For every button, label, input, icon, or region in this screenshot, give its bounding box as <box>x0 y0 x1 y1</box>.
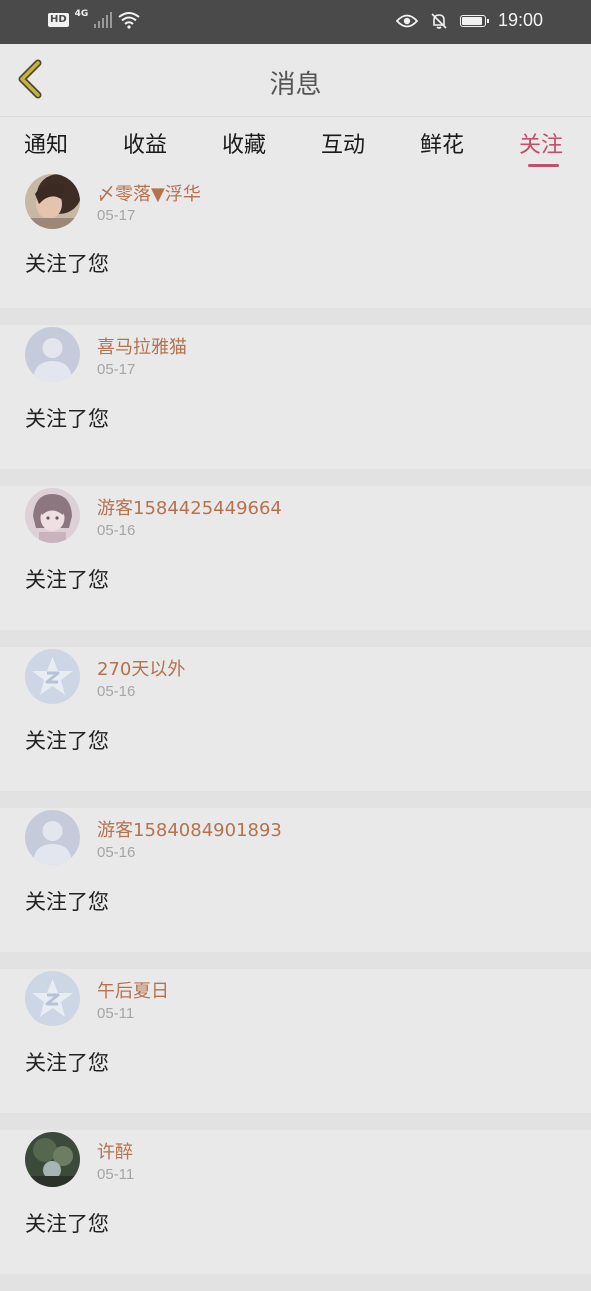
timestamp: 05-17 <box>97 361 136 378</box>
tab-bar: 通知 收益 收藏 互动 鲜花 关注 <box>0 116 591 173</box>
tab-interaction[interactable]: 互动 <box>321 127 365 159</box>
message-text: 关注了您 <box>25 407 109 431</box>
username[interactable]: 270天以外 <box>97 655 185 681</box>
username[interactable]: 午后夏日 <box>97 977 169 1003</box>
username[interactable]: 喜马拉雅猫 <box>97 333 187 359</box>
timestamp: 05-11 <box>97 1005 135 1022</box>
list-item[interactable]: 〆零落▼浮华 05-17 关注了您 <box>0 172 591 308</box>
battery-icon <box>459 14 489 27</box>
avatar[interactable] <box>25 1132 80 1187</box>
timestamp: 05-16 <box>97 844 136 861</box>
divider <box>0 630 591 647</box>
timestamp: 05-17 <box>97 207 136 224</box>
message-text: 关注了您 <box>25 890 109 914</box>
message-text: 关注了您 <box>25 1212 109 1236</box>
divider <box>0 1113 591 1130</box>
username[interactable]: 游客1584425449664 <box>97 494 282 520</box>
divider <box>0 1274 591 1291</box>
avatar[interactable] <box>25 649 80 704</box>
timestamp: 05-16 <box>97 522 136 539</box>
status-time: 19:00 <box>497 10 543 30</box>
header-bar: 消息 <box>0 44 591 116</box>
hd-badge: HD <box>48 13 69 27</box>
bell-off-icon <box>431 12 447 29</box>
username[interactable]: 〆零落▼浮华 <box>97 180 201 206</box>
avatar[interactable] <box>25 488 80 543</box>
tab-follow[interactable]: 关注 <box>519 127 563 159</box>
list-item[interactable]: 270天以外 05-16 关注了您 <box>0 647 591 791</box>
signal-icon <box>94 12 113 28</box>
divider <box>0 952 591 969</box>
username[interactable]: 许醉 <box>97 1138 133 1164</box>
notification-list: 〆零落▼浮华 05-17 关注了您 喜马拉雅猫 05-17 关注了您 游客158… <box>0 172 591 1291</box>
tab-favorites[interactable]: 收藏 <box>222 127 266 159</box>
tab-notice[interactable]: 通知 <box>24 127 68 159</box>
timestamp: 05-11 <box>97 1166 135 1183</box>
timestamp: 05-16 <box>97 683 136 700</box>
network-type: 4G <box>74 9 89 19</box>
message-text: 关注了您 <box>25 568 109 592</box>
list-item[interactable]: 游客1584425449664 05-16 关注了您 <box>0 486 591 630</box>
list-item[interactable]: 游客1584084901893 05-16 关注了您 <box>0 808 591 952</box>
eye-icon <box>395 14 418 27</box>
active-tab-indicator <box>528 164 559 167</box>
message-text: 关注了您 <box>25 252 109 276</box>
username[interactable]: 游客1584084901893 <box>97 816 282 842</box>
divider <box>0 308 591 325</box>
status-bar: HD 4G 19:00 <box>0 0 591 44</box>
page-title: 消息 <box>269 70 322 100</box>
divider <box>0 469 591 486</box>
wifi-icon <box>118 12 140 29</box>
avatar[interactable] <box>25 174 80 229</box>
status-right: 19:00 <box>395 10 543 31</box>
avatar[interactable] <box>25 810 80 865</box>
message-text: 关注了您 <box>25 729 109 753</box>
avatar[interactable] <box>25 327 80 382</box>
list-item[interactable]: 喜马拉雅猫 05-17 关注了您 <box>0 325 591 469</box>
list-item[interactable]: 许醉 05-11 关注了您 <box>0 1130 591 1274</box>
avatar[interactable] <box>25 971 80 1026</box>
status-left: HD 4G <box>48 9 140 29</box>
message-text: 关注了您 <box>25 1051 109 1075</box>
tab-earnings[interactable]: 收益 <box>123 127 167 159</box>
divider <box>0 791 591 808</box>
tab-flowers[interactable]: 鲜花 <box>420 127 464 159</box>
list-item[interactable]: 午后夏日 05-11 关注了您 <box>0 969 591 1113</box>
